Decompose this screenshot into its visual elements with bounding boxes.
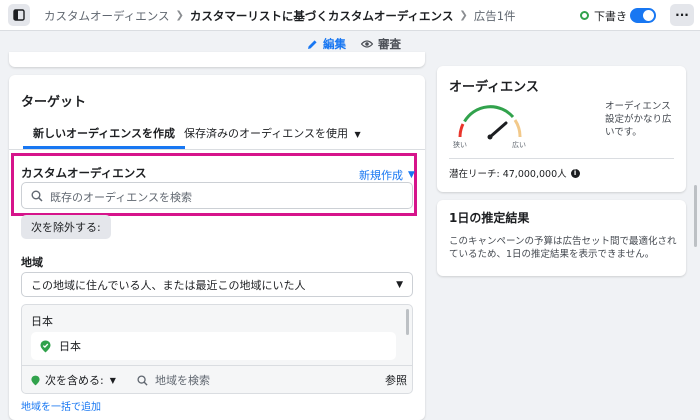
location-item-label: 日本 xyxy=(59,340,81,353)
breadcrumb-ad-count[interactable]: 広告1件 xyxy=(474,8,516,24)
gauge-wide-label: 広い xyxy=(512,141,526,149)
draft-label: 下書き xyxy=(594,9,627,23)
tab-divider xyxy=(9,149,425,150)
chevron-right-icon: ❯ xyxy=(175,10,184,21)
search-icon xyxy=(31,190,43,202)
exclude-button[interactable]: 次を除外する: xyxy=(21,215,111,239)
audience-divider xyxy=(449,158,674,159)
daily-estimate-title: 1日の推定結果 xyxy=(449,211,530,225)
potential-reach: 潜在リーチ: 47,000,000人 i xyxy=(449,166,580,180)
sidebar-toggle-button[interactable] xyxy=(8,4,30,26)
audience-description: オーディエンス設定がかなり広いです。 xyxy=(605,101,672,138)
eye-icon xyxy=(361,40,373,48)
location-box: 日本 日本 次を含める: ▼ 地域を検索 参照 xyxy=(21,304,413,394)
new-create-label: 新規作成 xyxy=(359,169,403,182)
location-scrollbar[interactable] xyxy=(406,309,409,335)
location-pin-icon xyxy=(31,375,40,385)
pencil-icon xyxy=(308,39,317,49)
tab-saved-audience-label: 保存済みのオーディエンスを使用 xyxy=(184,127,349,140)
include-dropdown[interactable]: 次を含める: ▼ xyxy=(31,372,116,388)
location-search-placeholder: 地域を検索 xyxy=(155,374,210,387)
page-scrollbar[interactable] xyxy=(694,185,697,247)
previous-section-card xyxy=(9,52,425,67)
caret-down-icon: ▼ xyxy=(354,130,361,139)
custom-audience-label: カスタムオーディエンス xyxy=(21,166,147,180)
include-label: 次を含める: xyxy=(45,374,104,387)
tab-review-label: 審査 xyxy=(378,37,401,51)
draft-toggle[interactable] xyxy=(630,8,656,23)
draft-status-icon xyxy=(580,11,589,20)
breadcrumb-customer-list-audience[interactable]: カスタマーリストに基づくカスタムオーディエンス xyxy=(190,8,453,24)
daily-estimate-card: 1日の推定結果 このキャンペーンの予算は広告セット間で最適化されているため、1日… xyxy=(437,200,686,276)
daily-estimate-text: このキャンペーンの予算は広告セット間で最適化されているため、1日の推定結果を表示… xyxy=(449,236,677,260)
region-select-value: この地域に住んでいる人、または最近この地域にいた人 xyxy=(31,278,306,292)
target-title: ターゲット xyxy=(21,95,87,110)
audience-gauge xyxy=(458,105,522,140)
new-create-button[interactable]: 新規作成 ▼ xyxy=(359,167,415,183)
audience-title: オーディエンス xyxy=(449,80,539,95)
caret-down-icon: ▼ xyxy=(396,280,403,290)
breadcrumb-custom-audience[interactable]: カスタムオーディエンス xyxy=(44,8,169,24)
bulk-add-link[interactable]: 地域を一括で追加 xyxy=(21,398,101,413)
audience-search-placeholder: 既存のオーディエンスを検索 xyxy=(50,191,193,204)
search-icon xyxy=(137,374,148,386)
info-icon[interactable]: i xyxy=(570,168,580,178)
draft-status: 下書き xyxy=(580,0,627,31)
audience-card: オーディエンス 狭い 広い オーディエンス設定がかなり広いです。 潜在リーチ: … xyxy=(437,66,686,192)
tab-saved-audience[interactable]: 保存済みのオーディエンスを使用 ▼ xyxy=(184,125,361,141)
breadcrumb: カスタムオーディエンス ❯ カスタマーリストに基づくカスタムオーディエンス ❯ … xyxy=(44,0,516,31)
caret-down-icon: ▼ xyxy=(109,375,116,385)
region-select[interactable]: この地域に住んでいる人、または最近この地域にいた人 ▼ xyxy=(21,272,413,297)
top-bar: カスタムオーディエンス ❯ カスタマーリストに基づくカスタムオーディエンス ❯ … xyxy=(0,0,700,31)
sidebar-toggle-icon xyxy=(13,9,25,21)
tab-edit-label: 編集 xyxy=(323,37,346,51)
target-card: ターゲット 新しいオーディエンスを作成 保存済みのオーディエンスを使用 ▼ カス… xyxy=(9,75,425,420)
location-search-input[interactable]: 地域を検索 xyxy=(137,372,210,388)
more-options-button[interactable]: ··· xyxy=(670,4,694,26)
location-item[interactable]: 日本 xyxy=(31,332,396,360)
country-label: 日本 xyxy=(31,315,53,328)
potential-reach-text: 潜在リーチ: 47,000,000人 xyxy=(449,169,567,180)
chevron-right-icon: ❯ xyxy=(459,10,468,21)
browse-button[interactable]: 参照 xyxy=(385,372,407,388)
caret-down-icon: ▼ xyxy=(408,170,415,180)
region-label: 地域 xyxy=(21,256,43,269)
gauge-narrow-label: 狭い xyxy=(453,141,467,149)
tab-new-audience[interactable]: 新しいオーディエンスを作成 xyxy=(22,125,186,149)
audience-search-input[interactable]: 既存のオーディエンスを検索 xyxy=(21,182,413,209)
location-pin-icon xyxy=(40,340,51,352)
location-footer-divider xyxy=(22,365,412,366)
